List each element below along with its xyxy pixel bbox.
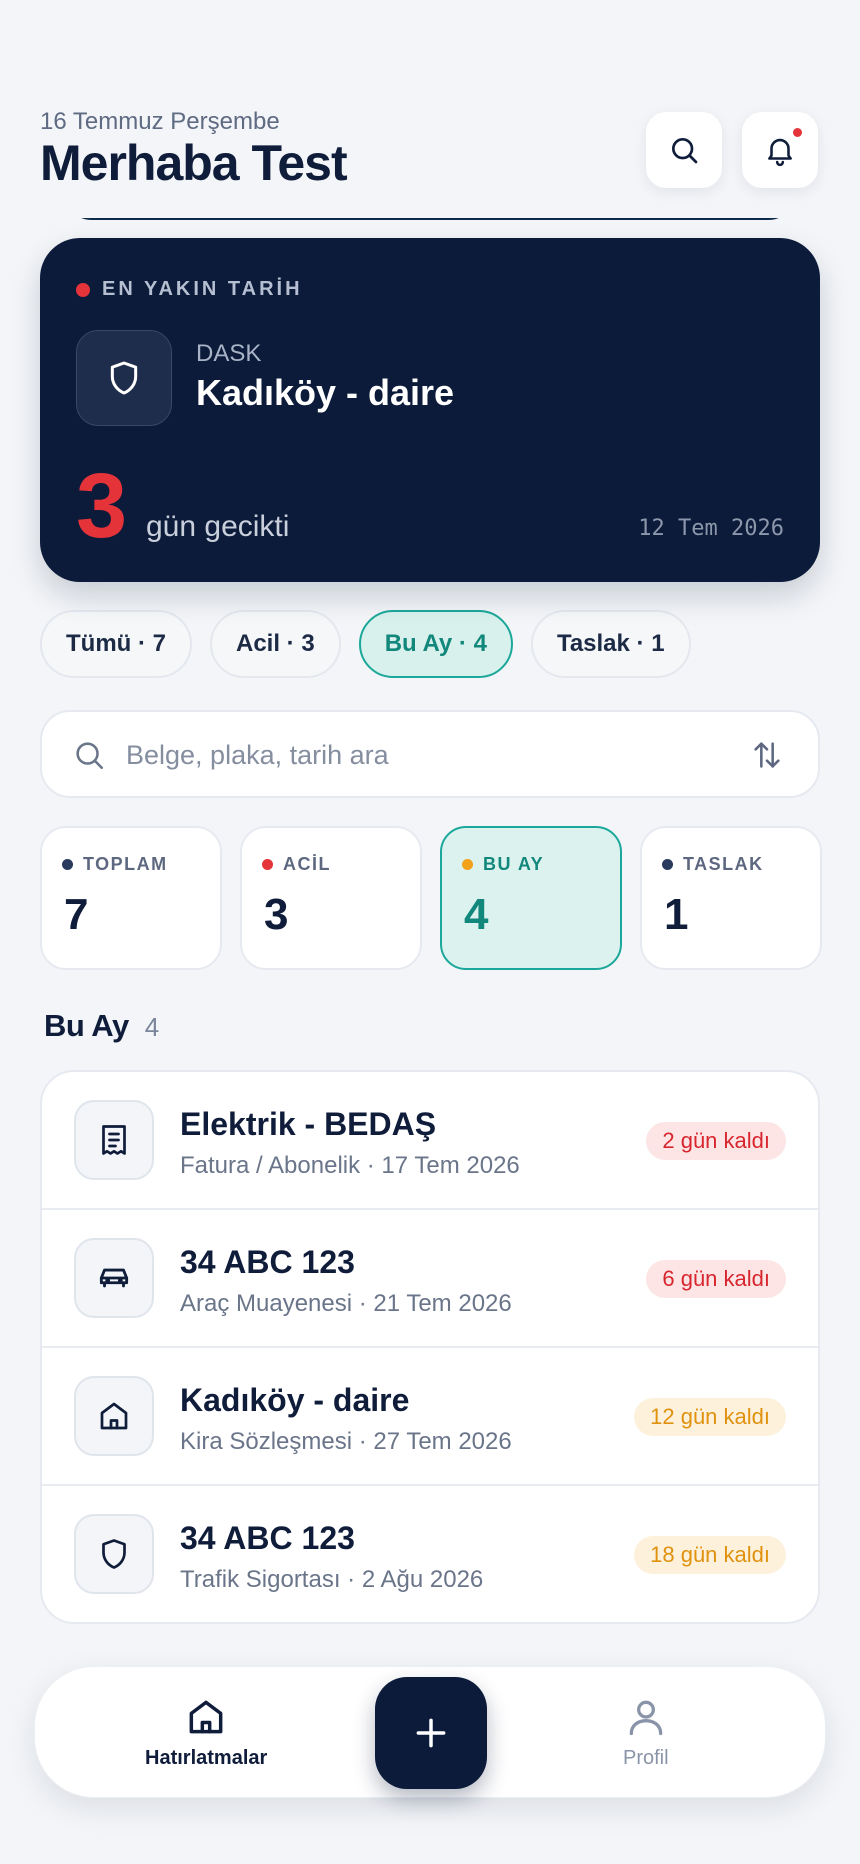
- filter-chips: Tümü · 7 Acil · 3 Bu Ay · 4 Taslak · 1: [40, 610, 691, 678]
- bell-icon: [768, 138, 792, 167]
- list-item[interactable]: 34 ABC 123 Araç Muayenesi · 21 Tem 2026 …: [42, 1210, 818, 1348]
- search-button[interactable]: [646, 112, 722, 188]
- list-item[interactable]: Kadıköy - daire Kira Sözleşmesi · 27 Tem…: [42, 1348, 818, 1486]
- section-header: Bu Ay 4: [44, 1008, 159, 1044]
- search-bar: [40, 710, 820, 798]
- stat-value: 3: [264, 890, 289, 939]
- page-title: Merhaba Test: [40, 135, 348, 191]
- search-icon: [672, 138, 698, 164]
- nav-tab-reminders[interactable]: Hatırlatmalar: [145, 1695, 267, 1770]
- item-subtitle: Trafik Sigortası · 2 Ağu 2026: [180, 1566, 484, 1593]
- plus-icon: [416, 1718, 446, 1748]
- add-button[interactable]: [375, 1677, 487, 1789]
- stat-dot: [262, 859, 273, 870]
- notifications-button[interactable]: [742, 112, 818, 188]
- item-subtitle: Kira Sözleşmesi · 27 Tem 2026: [180, 1428, 512, 1455]
- nav-tab-profile[interactable]: Profil: [623, 1695, 669, 1770]
- due-badge: 2 gün kaldı: [646, 1122, 786, 1160]
- stat-label: TOPLAM: [83, 854, 168, 874]
- section-title: Bu Ay: [44, 1008, 129, 1043]
- stat-cards: TOPLAM 7 ACİL 3 BU AY 4 TASLAK 1: [40, 826, 822, 970]
- hero-tag: EN YAKIN TARİH: [76, 278, 303, 301]
- shield-icon: [110, 361, 138, 395]
- stat-card-total[interactable]: TOPLAM 7: [40, 826, 222, 970]
- nearest-date-card[interactable]: EN YAKIN TARİH DASK Kadıköy - daire 3 gü…: [40, 238, 820, 582]
- hero-type: DASK: [196, 340, 262, 367]
- item-subtitle: Araç Muayenesi · 21 Tem 2026: [180, 1290, 512, 1317]
- nav-tab-label: Hatırlatmalar: [145, 1747, 268, 1769]
- user-icon: [629, 1700, 663, 1736]
- item-title: 34 ABC 123: [180, 1520, 355, 1556]
- urgent-dot: [76, 282, 90, 297]
- stat-dot: [662, 859, 673, 870]
- item-subtitle: Fatura / Abonelik · 17 Tem 2026: [180, 1152, 520, 1179]
- nav-tab-label: Profil: [623, 1747, 669, 1769]
- hero-title: Kadıköy - daire: [196, 372, 455, 413]
- search-input[interactable]: [126, 732, 726, 778]
- stat-value: 4: [464, 890, 489, 939]
- stat-dot: [62, 859, 73, 870]
- notification-dot: [793, 128, 802, 137]
- due-badge: 18 gün kaldı: [634, 1536, 786, 1574]
- home-icon: [100, 1402, 128, 1430]
- due-badge: 6 gün kaldı: [646, 1260, 786, 1298]
- header: 16 Temmuz Perşembe Merhaba Test: [0, 0, 860, 218]
- stat-label: BU AY: [483, 854, 545, 874]
- bottom-nav: Hatırlatmalar Profil: [34, 1666, 826, 1798]
- item-title: Elektrik - BEDAŞ: [180, 1106, 437, 1142]
- item-icon-box: [74, 1238, 154, 1318]
- reminder-list: Elektrik - BEDAŞ Fatura / Abonelik · 17 …: [40, 1070, 820, 1624]
- hero-date: 12 Tem 2026: [638, 516, 784, 541]
- hero-icon-box: [76, 330, 172, 426]
- item-icon-box: [74, 1514, 154, 1594]
- filter-chip-urgent[interactable]: Acil · 3: [210, 610, 341, 678]
- hero-tag-label: EN YAKIN TARİH: [102, 278, 303, 300]
- filter-chip-this-month[interactable]: Bu Ay · 4: [358, 610, 513, 678]
- hero-days-count: 3: [76, 455, 128, 557]
- receipt-icon: [102, 1125, 126, 1155]
- item-title: 34 ABC 123: [180, 1244, 355, 1280]
- hero-days-text: gün gecikti: [146, 510, 290, 543]
- due-badge: 12 gün kaldı: [634, 1398, 786, 1436]
- stat-label: TASLAK: [683, 854, 764, 874]
- header-date: 16 Temmuz Perşembe: [40, 108, 280, 135]
- sort-icon[interactable]: [750, 738, 784, 772]
- home-icon: [189, 1700, 223, 1734]
- filter-chip-draft[interactable]: Taslak · 1: [530, 610, 691, 678]
- stat-value: 1: [664, 890, 689, 939]
- car-icon: [99, 1268, 129, 1288]
- search-icon: [76, 742, 104, 770]
- item-icon-box: [74, 1100, 154, 1180]
- item-icon-box: [74, 1376, 154, 1456]
- section-count: 4: [144, 1012, 160, 1042]
- list-item[interactable]: Elektrik - BEDAŞ Fatura / Abonelik · 17 …: [42, 1072, 818, 1210]
- stat-card-this-month[interactable]: BU AY 4: [440, 826, 622, 970]
- filter-chip-all[interactable]: Tümü · 7: [40, 610, 192, 678]
- stat-dot: [462, 859, 473, 870]
- stat-card-urgent[interactable]: ACİL 3: [240, 826, 422, 970]
- stat-card-draft[interactable]: TASLAK 1: [640, 826, 822, 970]
- item-title: Kadıköy - daire: [180, 1382, 410, 1418]
- stat-label: ACİL: [283, 854, 331, 874]
- list-item[interactable]: 34 ABC 123 Trafik Sigortası · 2 Ağu 2026…: [42, 1486, 818, 1622]
- stat-value: 7: [64, 890, 89, 939]
- shield-icon: [102, 1539, 126, 1569]
